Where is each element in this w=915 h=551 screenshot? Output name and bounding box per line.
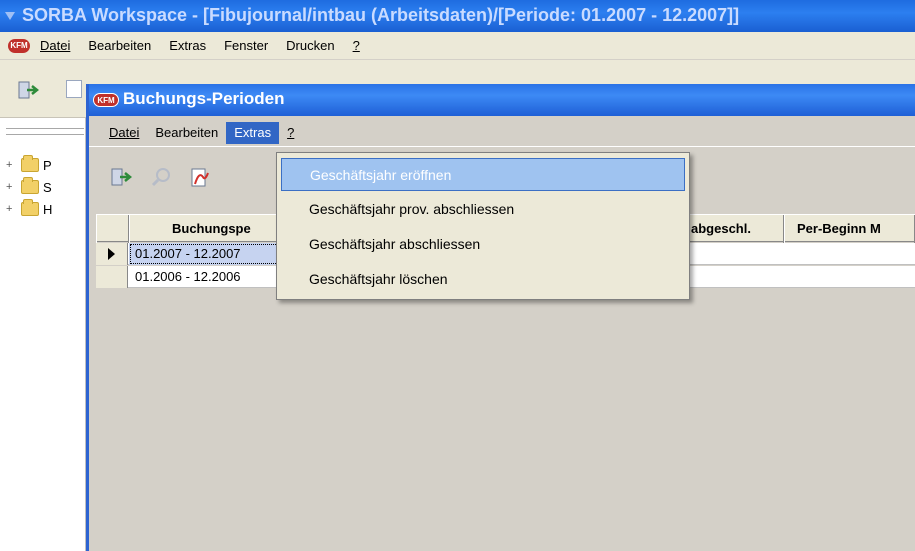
menu-bearbeiten[interactable]: Bearbeiten [79, 38, 160, 53]
indicator-header [96, 215, 129, 243]
extras-dropdown-menu: Geschäftsjahr eröffnen Geschäftsjahr pro… [276, 152, 690, 300]
menu-fenster[interactable]: Fenster [215, 38, 277, 53]
tree-divider [6, 134, 84, 135]
current-row-arrow-icon [108, 248, 115, 260]
folder-icon [21, 155, 39, 172]
column-header-buchungsperiode[interactable]: Buchungspe [129, 215, 279, 243]
menu-item-geschaeftsjahr-eroeffnen[interactable]: Geschäftsjahr eröffnen [281, 158, 685, 191]
menu-help[interactable]: ? [344, 38, 369, 53]
expand-icon[interactable]: + [6, 159, 15, 171]
kfm-logo-icon[interactable]: KFM [8, 38, 30, 53]
window-title-bar[interactable]: KFM Buchungs-Perioden [89, 84, 915, 116]
exit-icon[interactable] [111, 167, 133, 187]
tree-item-p[interactable]: + P [6, 155, 52, 174]
folder-icon [21, 177, 39, 194]
expand-icon[interactable]: + [6, 181, 15, 193]
navigation-tree: + P + S + H [0, 118, 86, 551]
workspace-title: SORBA Workspace - [Fibujournal/intbau (A… [22, 5, 740, 25]
tree-item-h[interactable]: + H [6, 199, 52, 218]
tree-divider [6, 128, 84, 129]
column-header-per-beginn[interactable]: Per-Beginn M [784, 215, 915, 243]
row-indicator[interactable] [96, 266, 128, 288]
period-cell[interactable]: 01.2006 - 12.2006 [129, 266, 279, 288]
menu-item-geschaeftsjahr-loeschen[interactable]: Geschäftsjahr löschen [281, 263, 685, 296]
app-small-icon [5, 12, 15, 20]
folder-icon [21, 199, 39, 216]
menu-extras[interactable]: Extras [160, 38, 215, 53]
window-menu-help[interactable]: ? [279, 122, 302, 144]
document-icon[interactable] [66, 80, 82, 98]
row-indicator[interactable] [96, 243, 128, 265]
kfm-logo-icon[interactable]: KFM [93, 93, 119, 107]
menu-item-geschaeftsjahr-prov-abschliessen[interactable]: Geschäftsjahr prov. abschliessen [281, 193, 685, 226]
report-icon[interactable] [189, 167, 211, 189]
workspace-title-bar[interactable]: SORBA Workspace - [Fibujournal/intbau (A… [0, 0, 915, 32]
window-menu-bearbeiten[interactable]: Bearbeiten [147, 122, 226, 144]
menu-item-geschaeftsjahr-abschliessen[interactable]: Geschäftsjahr abschliessen [281, 228, 685, 261]
period-cell[interactable]: 01.2007 - 12.2007 [129, 243, 279, 265]
exit-icon[interactable] [18, 80, 40, 100]
expand-icon[interactable]: + [6, 203, 15, 215]
window-menu-datei[interactable]: Datei [101, 122, 147, 144]
tree-item-s[interactable]: + S [6, 177, 52, 196]
window-title: Buchungs-Perioden [123, 89, 285, 108]
search-icon[interactable] [151, 167, 173, 187]
menu-drucken[interactable]: Drucken [277, 38, 343, 53]
workspace-menubar: KFM Datei Bearbeiten Extras Fenster Druc… [0, 32, 915, 60]
column-header-abgeschlossen[interactable]: abgeschl. [684, 215, 784, 243]
menu-datei[interactable]: Datei [36, 38, 79, 53]
window-menubar: Datei Bearbeiten Extras ? [89, 122, 915, 144]
window-menu-extras[interactable]: Extras [226, 122, 280, 144]
